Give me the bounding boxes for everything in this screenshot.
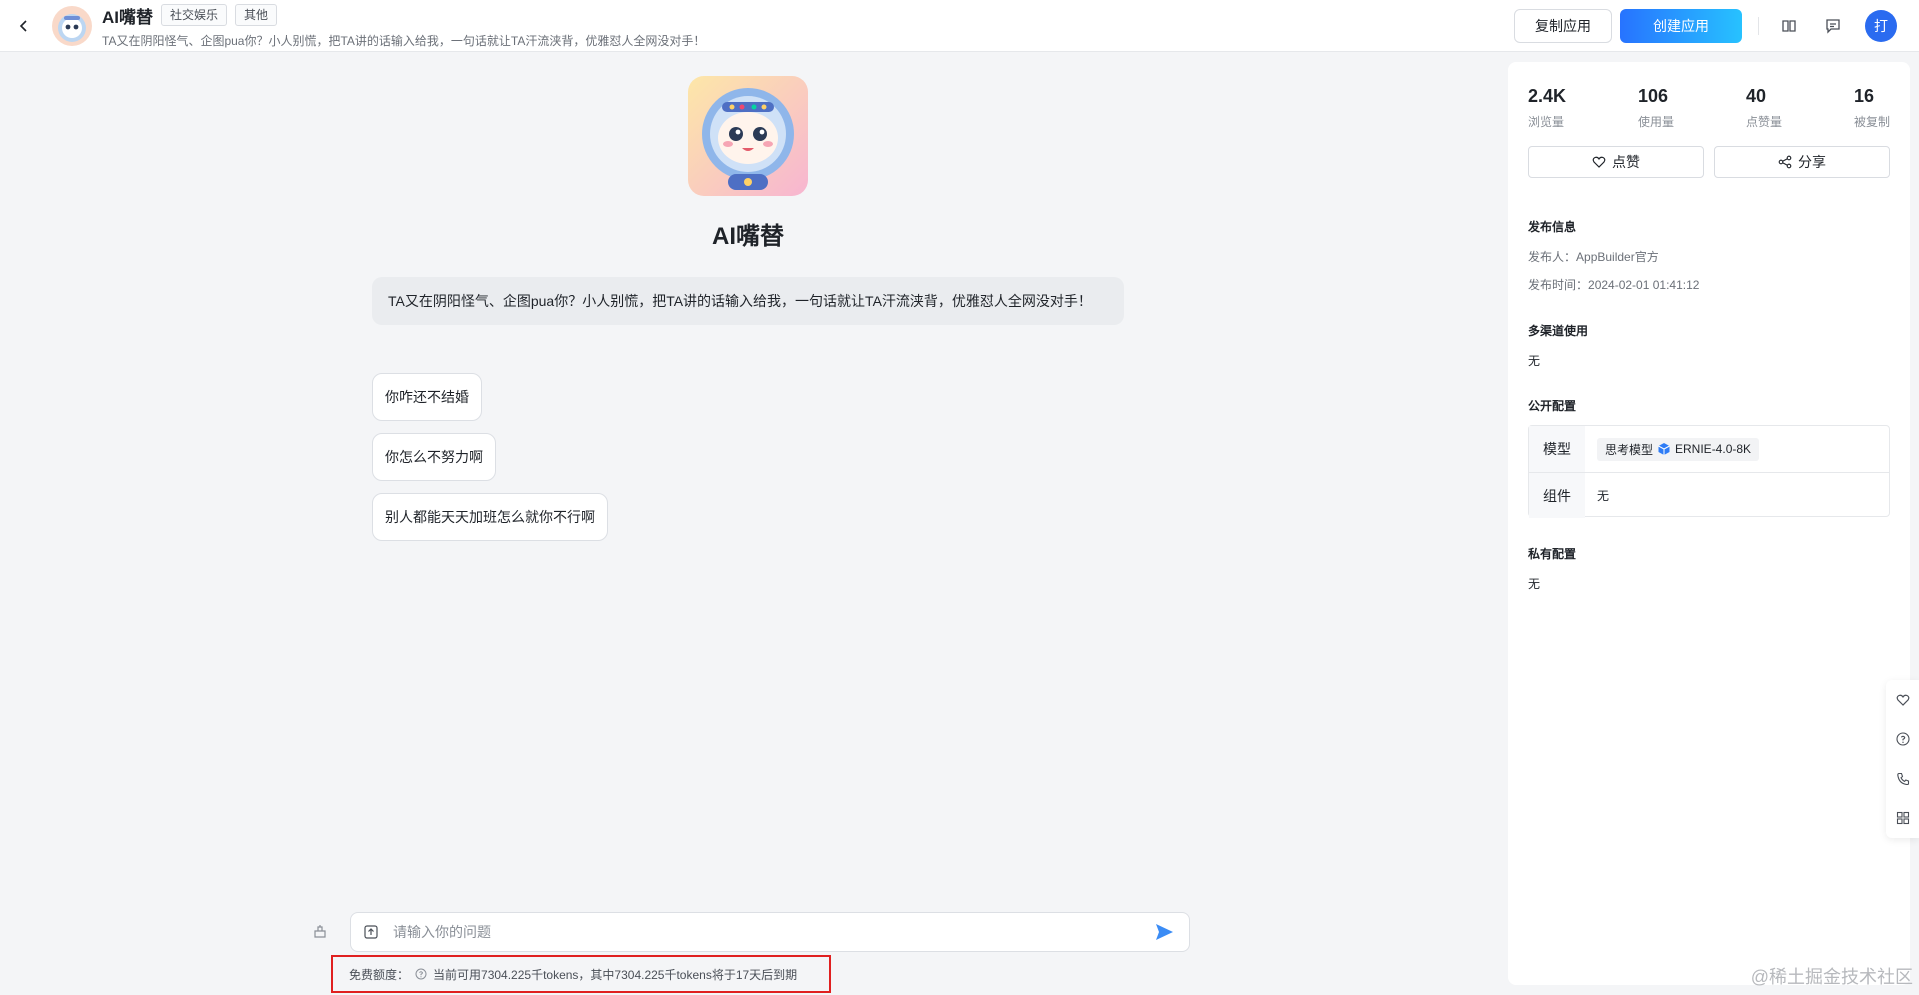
stat-label: 被复制 xyxy=(1853,115,1890,129)
config-value-component: 无 xyxy=(1597,489,1610,503)
share-label: 分享 xyxy=(1798,154,1826,170)
phone-icon[interactable] xyxy=(1894,770,1912,788)
stat-label: 点赞量 xyxy=(1745,115,1782,129)
multi-channel-title: 多渠道使用 xyxy=(1528,324,1589,338)
user-avatar[interactable]: 打 xyxy=(1865,9,1897,42)
floating-toolbar xyxy=(1886,680,1919,838)
site-credit: @稀土掘金技术社区 xyxy=(1750,967,1913,987)
stats-row: 2.4K 浏览量 106 使用量 40 点赞量 16 被复制 xyxy=(1528,86,1890,130)
stat-label: 浏览量 xyxy=(1528,115,1565,129)
model-chip: 思考模型 ERNIE-4.0-8K xyxy=(1597,437,1760,461)
heart-icon xyxy=(1592,156,1606,168)
config-row-model: 模型 思考模型 ERNIE-4.0-8K xyxy=(1529,426,1889,472)
public-config-title: 公开配置 xyxy=(1528,399,1577,413)
stat-label: 使用量 xyxy=(1638,115,1675,129)
stat-views: 2.4K 浏览量 xyxy=(1528,86,1566,130)
quota-label: 免费额度： xyxy=(349,967,410,982)
suggestion-3[interactable]: 别人都能天天加班怎么就你不行啊 xyxy=(372,493,608,541)
clear-chat-icon[interactable] xyxy=(309,920,331,942)
model-type: 思考模型 xyxy=(1605,442,1654,457)
like-label: 点赞 xyxy=(1612,154,1640,170)
tag-other[interactable]: 其他 xyxy=(235,4,278,26)
publish-time-label: 发布时间： xyxy=(1528,278,1589,292)
question-input[interactable] xyxy=(393,924,1151,940)
app-info: AI嘴替 社交娱乐 其他 TA又在阴阳怪气、企图pua你？小人别慌，把TA讲的话… xyxy=(102,3,705,49)
bot-avatar-image xyxy=(688,76,808,196)
share-icon xyxy=(1778,155,1792,169)
bot-intro-message: TA又在阴阳怪气、企图pua你？小人别慌，把TA讲的话输入给我，一句话就让TA汗… xyxy=(372,277,1124,325)
multi-channel-value: 无 xyxy=(1528,354,1541,368)
private-config-title: 私有配置 xyxy=(1528,547,1577,561)
send-icon xyxy=(1156,924,1173,940)
back-button[interactable] xyxy=(12,14,36,38)
publish-time-value: 2024-02-01 01:41:12 xyxy=(1588,278,1700,292)
publisher-label: 发布人： xyxy=(1528,250,1577,264)
copy-app-button[interactable]: 复制应用 xyxy=(1514,8,1612,43)
question-help-icon[interactable] xyxy=(1894,730,1912,748)
stat-value: 106 xyxy=(1638,86,1669,106)
send-button[interactable] xyxy=(1151,919,1177,945)
app-detail-panel: 2.4K 浏览量 106 使用量 40 点赞量 16 被复制 点赞 分享 发布信… xyxy=(1508,62,1910,985)
config-row-component: 组件 无 xyxy=(1529,472,1889,518)
stat-likes: 40 点赞量 xyxy=(1746,86,1782,130)
config-key-component: 组件 xyxy=(1529,473,1585,518)
chevron-left-icon xyxy=(19,19,27,32)
help-icon[interactable] xyxy=(415,968,427,980)
ernie-cube-icon xyxy=(1658,443,1670,455)
stat-value: 40 xyxy=(1745,86,1767,106)
publish-time-row: 发布时间：2024-02-01 01:41:12 xyxy=(1528,276,1699,293)
publisher-row: 发布人：AppBuilder官方 xyxy=(1528,248,1659,265)
grid-apps-icon[interactable] xyxy=(1894,809,1912,827)
favorite-heart-icon[interactable] xyxy=(1894,691,1912,709)
app-description: TA又在阴阳怪气、企图pua你？小人别慌，把TA讲的话输入给我，一句话就让TA汗… xyxy=(102,33,706,48)
header-divider xyxy=(1758,16,1759,35)
free-quota-notice: 免费额度： 当前可用7304.225千tokens，其中7304.225千tok… xyxy=(331,955,831,993)
tag-social[interactable]: 社交娱乐 xyxy=(161,4,228,26)
quota-text: 当前可用7304.225千tokens，其中7304.225千tokens将于1… xyxy=(433,967,798,982)
publish-info-title: 发布信息 xyxy=(1528,220,1577,234)
app-avatar xyxy=(52,5,92,46)
upload-file-icon[interactable] xyxy=(363,924,379,940)
share-button[interactable]: 分享 xyxy=(1714,146,1890,178)
model-name: ERNIE-4.0-8K xyxy=(1675,442,1752,456)
config-key-model: 模型 xyxy=(1529,426,1585,472)
app-name: AI嘴替 xyxy=(102,7,153,27)
bot-name: AI嘴替 xyxy=(712,223,784,250)
stat-value: 2.4K xyxy=(1528,86,1567,106)
docs-book-icon[interactable] xyxy=(1777,14,1801,38)
chat-input-box xyxy=(350,912,1190,952)
create-app-button[interactable]: 创建应用 xyxy=(1620,8,1742,43)
suggestion-1[interactable]: 你咋还不结婚 xyxy=(372,373,482,421)
top-header: AI嘴替 社交娱乐 其他 TA又在阴阳怪气、企图pua你？小人别慌，把TA讲的话… xyxy=(0,0,1919,52)
stat-usage: 106 使用量 xyxy=(1638,86,1674,130)
public-config-table: 模型 思考模型 ERNIE-4.0-8K 组件 无 xyxy=(1528,425,1890,518)
message-icon[interactable] xyxy=(1821,14,1845,38)
stat-copies: 16 被复制 xyxy=(1854,86,1890,130)
like-button[interactable]: 点赞 xyxy=(1528,146,1704,178)
private-config-value: 无 xyxy=(1528,577,1541,591)
suggestion-2[interactable]: 你怎么不努力啊 xyxy=(372,433,496,481)
stat-value: 16 xyxy=(1853,86,1874,106)
publisher-value: AppBuilder官方 xyxy=(1576,250,1659,264)
